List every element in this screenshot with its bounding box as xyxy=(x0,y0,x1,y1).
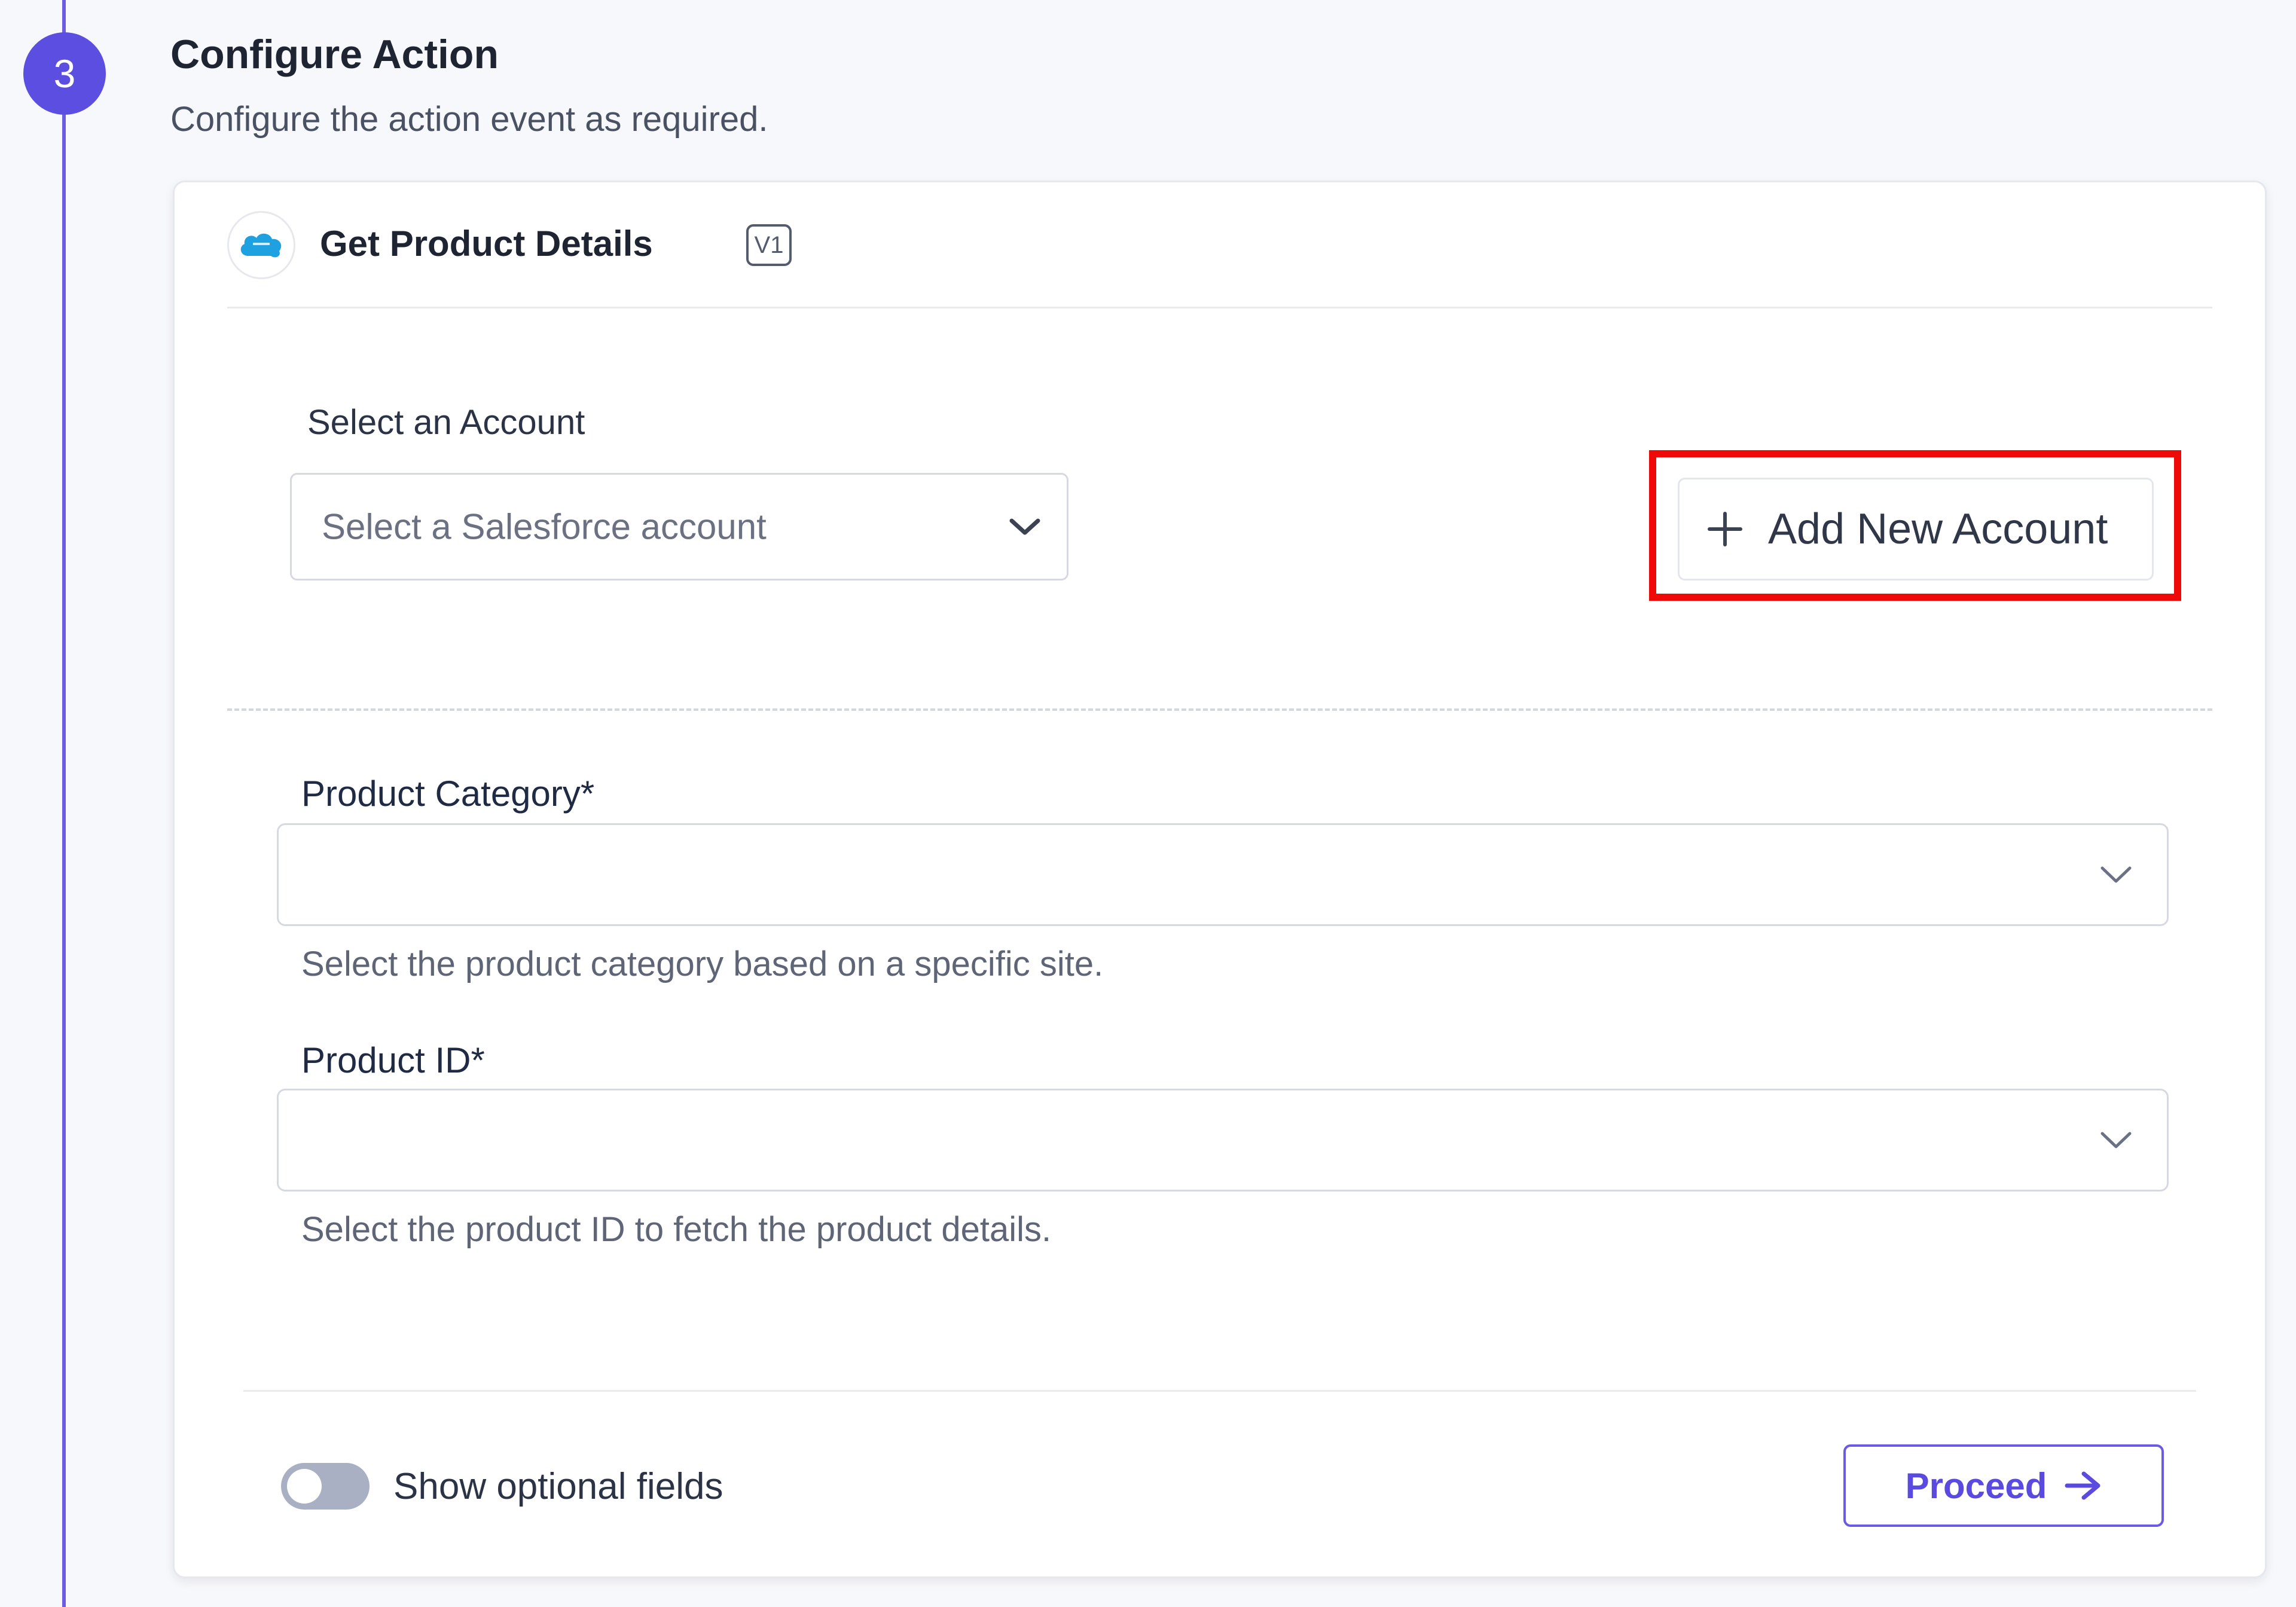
section-divider xyxy=(227,708,2212,711)
account-select[interactable]: Select a Salesforce account xyxy=(290,473,1068,581)
action-card: Get Product Details V1 Select an Account… xyxy=(173,181,2267,1578)
version-badge: V1 xyxy=(746,224,792,266)
proceed-button[interactable]: Proceed xyxy=(1843,1444,2164,1527)
product-id-select[interactable] xyxy=(277,1089,2169,1191)
account-label: Select an Account xyxy=(307,403,585,442)
step-number: 3 xyxy=(53,51,76,96)
step-title: Configure Action xyxy=(170,32,499,77)
optional-fields-toggle[interactable] xyxy=(281,1463,370,1510)
optional-fields-label: Show optional fields xyxy=(393,1466,723,1507)
card-header: Get Product Details V1 xyxy=(227,211,2212,308)
proceed-label: Proceed xyxy=(1905,1465,2047,1506)
action-name: Get Product Details xyxy=(320,224,653,264)
footer-divider xyxy=(243,1390,2196,1392)
plus-icon xyxy=(1708,512,1742,546)
timeline-line xyxy=(62,0,66,1607)
salesforce-logo-icon xyxy=(227,211,295,279)
chevron-down-icon xyxy=(2100,1132,2132,1148)
step-number-badge: 3 xyxy=(23,32,106,115)
account-select-placeholder: Select a Salesforce account xyxy=(322,506,767,547)
product-category-help: Select the product category based on a s… xyxy=(301,945,1104,983)
product-category-select[interactable] xyxy=(277,823,2169,926)
add-new-account-button[interactable]: Add New Account xyxy=(1678,478,2154,581)
toggle-knob xyxy=(287,1469,322,1504)
product-category-label: Product Category* xyxy=(301,774,595,814)
add-new-account-label: Add New Account xyxy=(1768,505,2108,553)
chevron-down-icon xyxy=(1009,518,1040,535)
chevron-down-icon xyxy=(2100,866,2132,883)
arrow-right-icon xyxy=(2065,1471,2100,1500)
step-subtitle: Configure the action event as required. xyxy=(170,100,768,139)
product-id-label: Product ID* xyxy=(301,1040,485,1080)
product-id-help: Select the product ID to fetch the produ… xyxy=(301,1210,1052,1249)
